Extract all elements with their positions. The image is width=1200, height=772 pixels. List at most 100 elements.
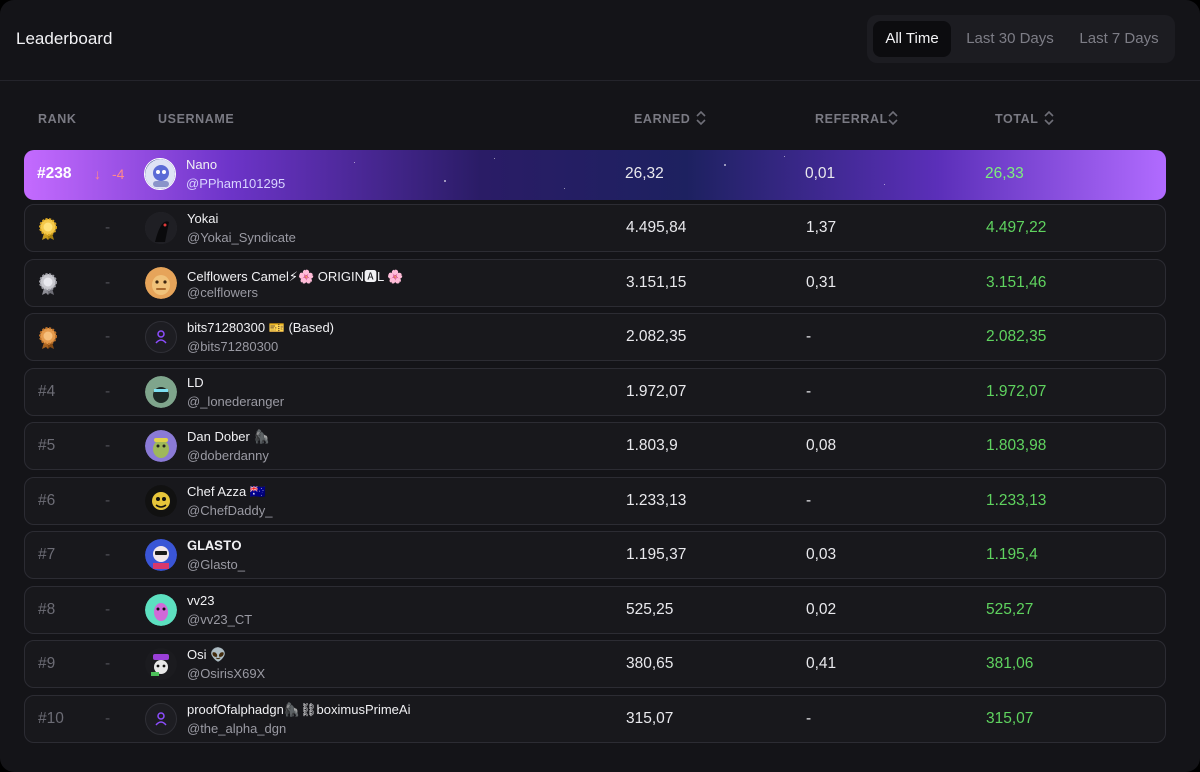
username: Nano [186, 157, 218, 172]
earned-value: 315,07 [626, 710, 674, 727]
earned-value: 1.972,07 [626, 383, 687, 400]
rank-change: - [105, 601, 111, 618]
avatar[interactable] [145, 212, 177, 244]
silver-medal-icon [37, 272, 59, 296]
column-header-earned[interactable]: EARNED [634, 112, 690, 126]
tab-last-30-days[interactable]: Last 30 Days [957, 21, 1063, 57]
tab-last-7-days[interactable]: Last 7 Days [1069, 21, 1169, 57]
total-value: 4.497,22 [986, 219, 1047, 236]
avatar[interactable] [145, 648, 177, 680]
user-handle[interactable]: @bits71280300 [187, 339, 278, 354]
rank-change-arrow-icon: ↓ [94, 166, 101, 182]
avatar[interactable] [144, 158, 176, 190]
total-value: 315,07 [986, 710, 1034, 727]
table-row[interactable]: - Celflowers Camel⚡🌸 ORIGIN🅰L 🌸 @celflow… [24, 259, 1166, 307]
total-value: 26,33 [985, 165, 1024, 182]
earned-value: 380,65 [626, 655, 674, 672]
referral-value: 0,41 [806, 655, 837, 672]
referral-value: 0,02 [806, 601, 837, 618]
total-value: 381,06 [986, 655, 1034, 672]
tab-all-time[interactable]: All Time [873, 21, 951, 57]
column-header-referral[interactable]: REFERRAL [815, 112, 888, 126]
earned-value: 525,25 [626, 601, 674, 618]
referral-value: - [806, 328, 812, 345]
username: Chef Azza 🇦🇺 [187, 484, 267, 499]
rank-value: #9 [38, 655, 56, 672]
rank-value: #238 [37, 165, 72, 182]
total-value: 1.195,4 [986, 546, 1038, 563]
rank-change: -4 [112, 166, 125, 182]
rank-value: #6 [38, 492, 56, 509]
rank-change: - [105, 383, 111, 400]
table-row[interactable]: - Yokai @Yokai_Syndicate 4.495,84 1,37 4… [24, 204, 1166, 252]
rank-value: #4 [38, 383, 56, 400]
user-handle[interactable]: @vv23_CT [187, 612, 252, 627]
leaderboard-panel: Leaderboard All Time Last 30 Days Last 7… [0, 0, 1200, 772]
table-row[interactable]: #6 - Chef Azza 🇦🇺 @ChefDaddy_ 1.233,13 -… [24, 477, 1166, 525]
user-handle[interactable]: @the_alpha_dgn [187, 721, 286, 736]
sort-total-icon[interactable] [1043, 108, 1055, 128]
page-title: Leaderboard [16, 29, 113, 48]
avatar[interactable] [145, 485, 177, 517]
earned-value: 1.195,37 [626, 546, 687, 563]
table-row[interactable]: #4 - LD @_lonederanger 1.972,07 - 1.972,… [24, 368, 1166, 416]
rank-change: - [105, 328, 111, 345]
earned-value: 26,32 [625, 165, 664, 182]
referral-value: 0,01 [805, 165, 836, 182]
header: Leaderboard All Time Last 30 Days Last 7… [0, 0, 1200, 81]
user-placeholder-icon[interactable] [145, 703, 177, 735]
rank-value: #10 [38, 710, 64, 727]
rank-change: - [105, 710, 111, 727]
user-handle[interactable]: @Yokai_Syndicate [187, 230, 296, 245]
sort-earned-icon[interactable] [695, 108, 707, 128]
sort-referral-icon[interactable] [887, 108, 899, 128]
rank-change: - [105, 219, 111, 236]
total-value: 3.151,46 [986, 274, 1047, 291]
avatar[interactable] [145, 267, 177, 299]
username: bits71280300 🎫 (Based) [187, 320, 334, 335]
table-row[interactable]: - bits71280300 🎫 (Based) @bits71280300 2… [24, 313, 1166, 361]
user-handle[interactable]: @_lonederanger [187, 394, 284, 409]
referral-value: - [806, 710, 812, 727]
user-handle[interactable]: @PPham101295 [186, 176, 285, 191]
username: Yokai [187, 211, 219, 226]
column-header-total[interactable]: TOTAL [995, 112, 1039, 126]
table-row[interactable]: #5 - Dan Dober 🦍 @doberdanny 1.803,9 0,0… [24, 422, 1166, 470]
total-value: 1.972,07 [986, 383, 1047, 400]
username: Osi 👽 [187, 647, 227, 662]
total-value: 2.082,35 [986, 328, 1047, 345]
user-handle[interactable]: @OsirisX69X [187, 666, 265, 681]
rank-value: #8 [38, 601, 56, 618]
rank-value: #5 [38, 437, 56, 454]
table-row[interactable]: #7 - 𝐆𝐋𝐀𝐒𝐓𝐎 @Glasto_ 1.195,37 0,03 1.195… [24, 531, 1166, 579]
avatar[interactable] [145, 594, 177, 626]
rank-change: - [105, 655, 111, 672]
table-row[interactable]: #10 - proofOfalphadgn🦍⛓boximusPrimeAi @t… [24, 695, 1166, 743]
avatar[interactable] [145, 376, 177, 408]
avatar[interactable] [145, 430, 177, 462]
referral-value: 1,37 [806, 219, 837, 236]
table-row[interactable]: #8 - vv23 @vv23_CT 525,25 0,02 525,27 [24, 586, 1166, 634]
rank-change: - [105, 437, 111, 454]
user-handle[interactable]: @ChefDaddy_ [187, 503, 272, 518]
avatar[interactable] [145, 539, 177, 571]
rank-change: - [105, 546, 111, 563]
earned-value: 1.803,9 [626, 437, 678, 454]
username: proofOfalphadgn🦍⛓boximusPrimeAi [187, 702, 411, 717]
user-handle[interactable]: @celflowers [187, 285, 258, 300]
table-row[interactable]: #9 - Osi 👽 @OsirisX69X 380,65 0,41 381,0… [24, 640, 1166, 688]
time-filter-tabs: All Time Last 30 Days Last 7 Days [867, 15, 1175, 63]
current-user-row[interactable]: #238 ↓ -4 Nano @PPham101295 26,32 0,01 2… [24, 150, 1166, 200]
user-placeholder-icon[interactable] [145, 321, 177, 353]
user-handle[interactable]: @Glasto_ [187, 557, 245, 572]
username: LD [187, 375, 204, 390]
username: Celflowers Camel⚡🌸 ORIGIN🅰L 🌸 [187, 269, 404, 284]
user-handle[interactable]: @doberdanny [187, 448, 269, 463]
total-value: 1.803,98 [986, 437, 1047, 454]
earned-value: 1.233,13 [626, 492, 687, 509]
gold-medal-icon [37, 217, 59, 241]
earned-value: 2.082,35 [626, 328, 687, 345]
username: Dan Dober 🦍 [187, 429, 270, 444]
total-value: 525,27 [986, 601, 1034, 618]
rank-change: - [105, 492, 111, 509]
